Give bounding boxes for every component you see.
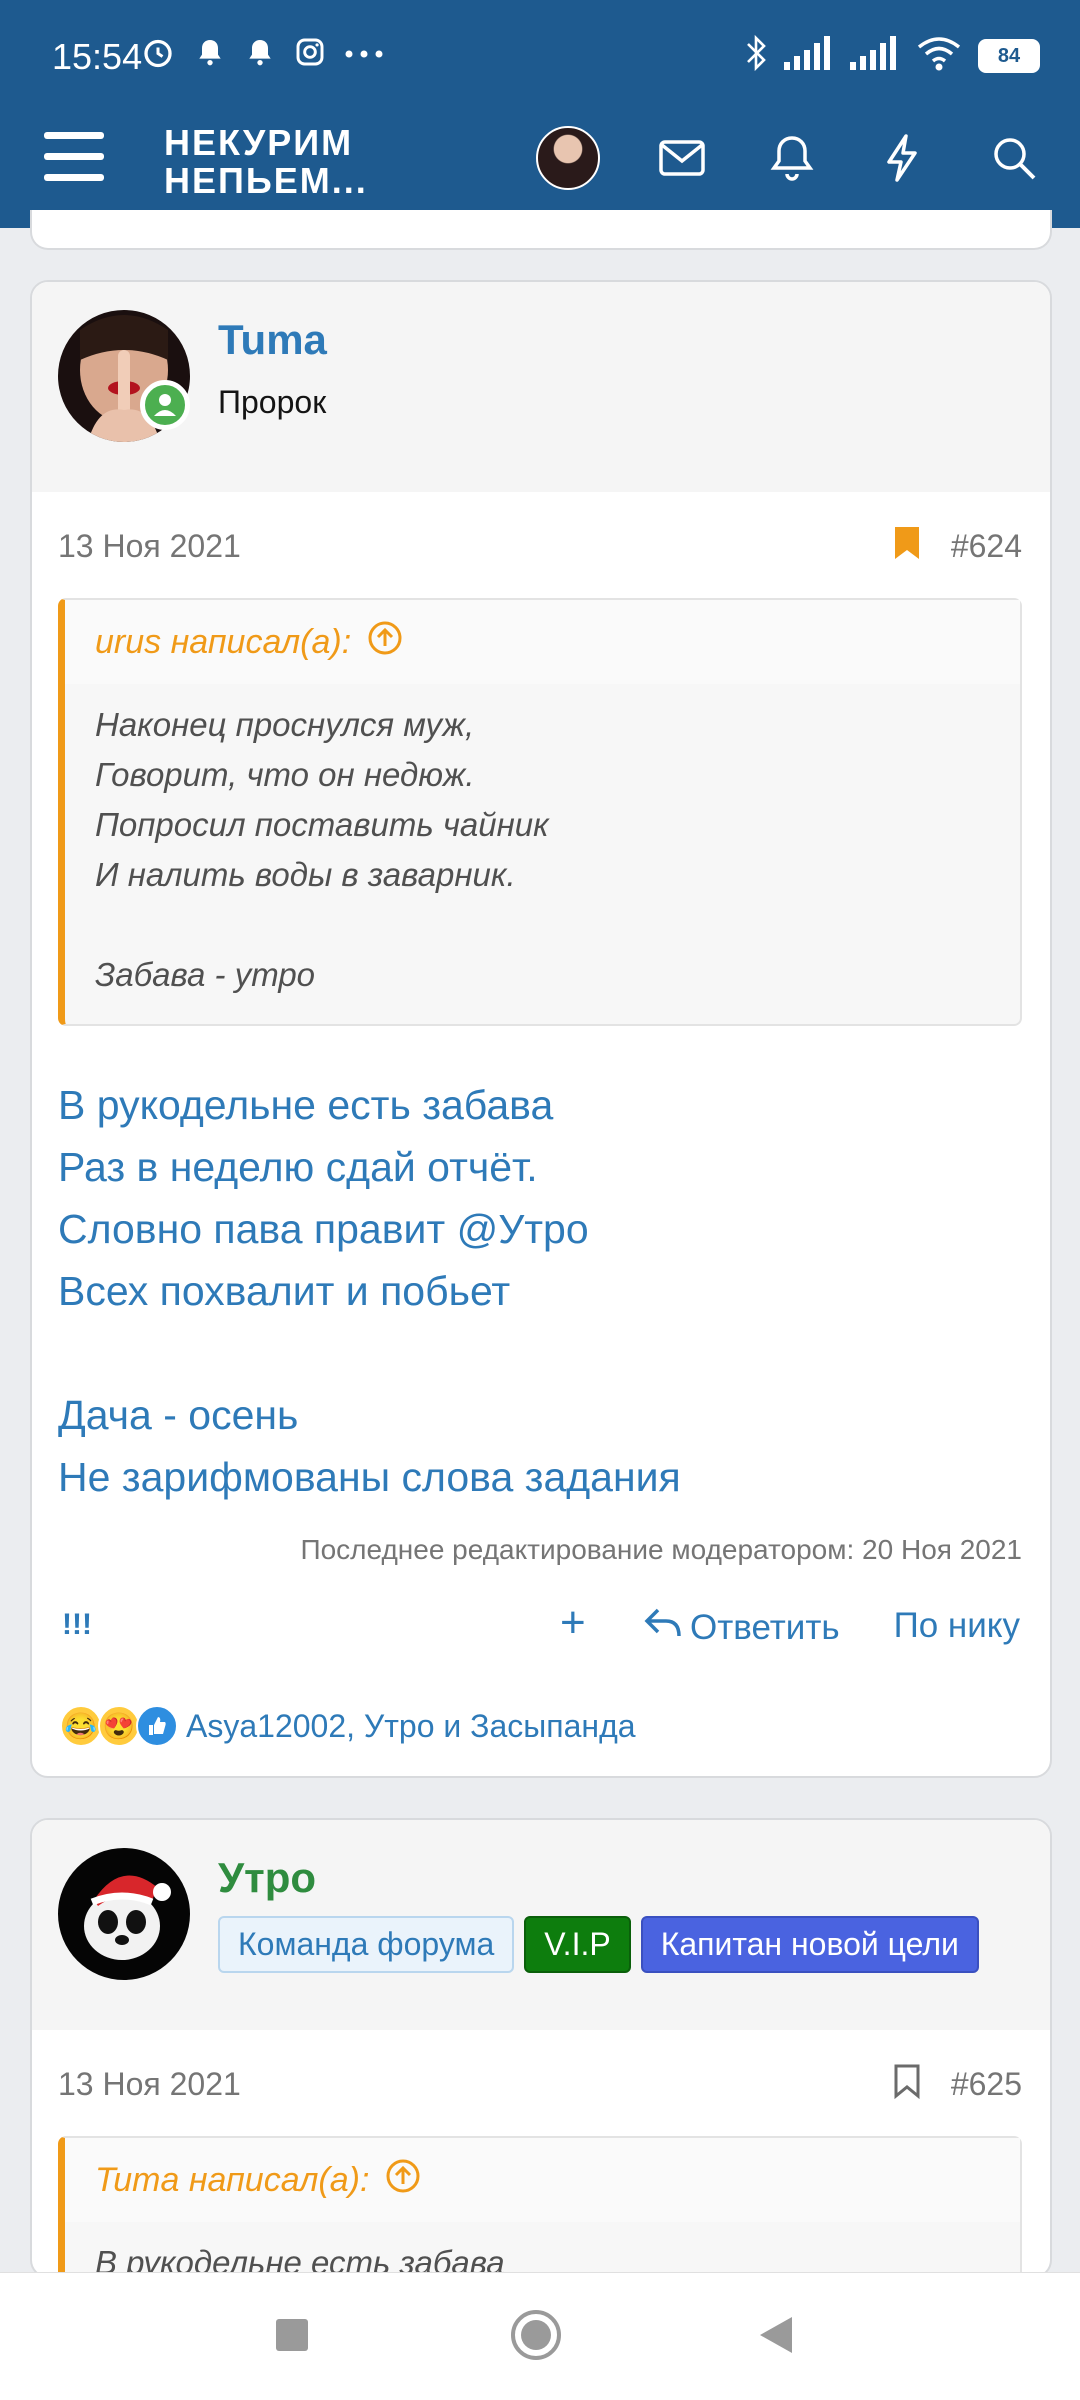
bluetooth-icon bbox=[744, 34, 768, 77]
like-thumb-icon bbox=[136, 1705, 178, 1747]
status-notification-icons bbox=[140, 34, 384, 75]
go-to-quote-icon[interactable] bbox=[385, 2158, 421, 2203]
reply-arrow-icon bbox=[644, 1606, 682, 1649]
status-time: 15:54 bbox=[52, 36, 143, 77]
post-number[interactable]: #624 bbox=[951, 528, 1022, 565]
post-body: В рукодельне есть забава Раз в неделю сд… bbox=[58, 1082, 681, 1500]
post-meta: 13 Ноя 2021 #624 bbox=[32, 492, 1050, 598]
inbox-icon[interactable] bbox=[650, 126, 714, 190]
quote-author: Tuma написал(а): bbox=[95, 2160, 370, 2199]
status-bar: 15:54 84 bbox=[0, 0, 1080, 112]
badge-forum-team: Команда форума bbox=[218, 1916, 515, 1973]
quote-header[interactable]: Tuma написал(а): bbox=[65, 2138, 1020, 2222]
quote-block: Tuma написал(а): В рукодельне есть забав… bbox=[58, 2136, 1022, 2278]
report-link[interactable]: !!! bbox=[62, 1608, 92, 1642]
forum-logo[interactable]: НЕКУРИМ НЕПЬЕМ... bbox=[164, 124, 368, 200]
reply-label: Ответить bbox=[690, 1607, 840, 1647]
reaction-icons: 😂 😍 bbox=[60, 1705, 178, 1747]
menu-icon[interactable] bbox=[44, 132, 104, 188]
user-avatar[interactable] bbox=[58, 1848, 190, 1980]
whats-new-lightning-icon[interactable] bbox=[870, 126, 934, 190]
user-title: Пророк bbox=[218, 384, 327, 420]
logo-line-1: НЕКУРИМ bbox=[164, 122, 354, 163]
post-actions: !!! + Ответить По нику bbox=[32, 1566, 1050, 1676]
go-to-quote-icon[interactable] bbox=[367, 620, 403, 665]
account-avatar[interactable] bbox=[536, 126, 600, 190]
post-user-block: Tuma Пророк bbox=[32, 282, 1050, 492]
username[interactable]: Утро bbox=[218, 1854, 316, 1902]
logo-line-2: НЕПЬЕМ... bbox=[164, 160, 368, 201]
by-nick-button[interactable]: По нику bbox=[894, 1606, 1020, 1646]
bookmark-outline-icon[interactable] bbox=[892, 2062, 922, 2105]
laughing-emoji-icon: 😂 bbox=[60, 1705, 102, 1747]
more-dots-icon bbox=[344, 46, 384, 64]
home-button[interactable] bbox=[510, 2309, 562, 2366]
forum-post: Утро Команда форума V.I.P Капитан новой … bbox=[30, 1818, 1052, 2278]
bookmark-icon[interactable] bbox=[892, 524, 922, 567]
multiquote-button[interactable]: + bbox=[560, 1598, 586, 1648]
bell-notification-icon-2 bbox=[244, 35, 276, 74]
bell-notification-icon bbox=[194, 35, 226, 74]
wifi-icon bbox=[916, 35, 962, 76]
online-status-icon bbox=[140, 380, 190, 430]
forum-post: Tuma Пророк 13 Ноя 2021 #624 urus написа… bbox=[30, 280, 1052, 1778]
app-header: 15:54 84 НЕКУРИМ НЕПЬЕМ... bbox=[0, 0, 1080, 228]
post-user-block: Утро Команда форума V.I.P Капитан новой … bbox=[32, 1820, 1050, 2030]
badge-captain: Капитан новой цели bbox=[640, 1916, 979, 1973]
reply-button[interactable]: Ответить bbox=[644, 1606, 840, 1649]
alarm-icon bbox=[140, 34, 176, 75]
system-navigation-bar bbox=[0, 2272, 1080, 2400]
previous-post-bottom bbox=[30, 210, 1052, 250]
post-meta: 13 Ноя 2021 #625 bbox=[32, 2030, 1050, 2136]
post-date[interactable]: 13 Ноя 2021 bbox=[58, 528, 241, 565]
signal-icon-2 bbox=[850, 36, 900, 75]
back-button[interactable] bbox=[758, 2315, 794, 2360]
quote-text: Наконец проснулся муж, Говорит, что он н… bbox=[95, 706, 549, 993]
signal-icon-1 bbox=[784, 36, 834, 75]
heart-eyes-emoji-icon: 😍 bbox=[98, 1705, 140, 1747]
alerts-bell-icon[interactable] bbox=[760, 126, 824, 190]
quote-header[interactable]: urus написал(а): bbox=[65, 600, 1020, 684]
quote-author: urus написал(а): bbox=[95, 622, 352, 661]
recent-apps-button[interactable] bbox=[274, 2317, 310, 2358]
badge-vip: V.I.P bbox=[524, 1916, 631, 1973]
search-icon[interactable] bbox=[982, 126, 1046, 190]
user-badges: Команда форума V.I.P Капитан новой цели bbox=[218, 1916, 979, 1973]
post-date[interactable]: 13 Ноя 2021 bbox=[58, 2066, 241, 2103]
post-number[interactable]: #625 bbox=[951, 2066, 1022, 2103]
status-system-icons: 84 bbox=[744, 34, 1040, 77]
quote-block: urus написал(а): Наконец проснулся муж, … bbox=[58, 598, 1022, 1026]
reaction-users[interactable]: Asya12002, Утро и Засыпанда bbox=[186, 1708, 636, 1745]
edit-notice: Последнее редактирование модератором: 20… bbox=[300, 1534, 1022, 1565]
username[interactable]: Tuma bbox=[218, 316, 327, 364]
instagram-icon bbox=[294, 36, 326, 73]
quote-text: В рукодельне есть забава bbox=[95, 2244, 505, 2278]
battery-indicator: 84 bbox=[978, 38, 1040, 73]
reactions-bar[interactable]: 😂 😍 Asya12002, Утро и Засыпанда bbox=[32, 1676, 1050, 1776]
